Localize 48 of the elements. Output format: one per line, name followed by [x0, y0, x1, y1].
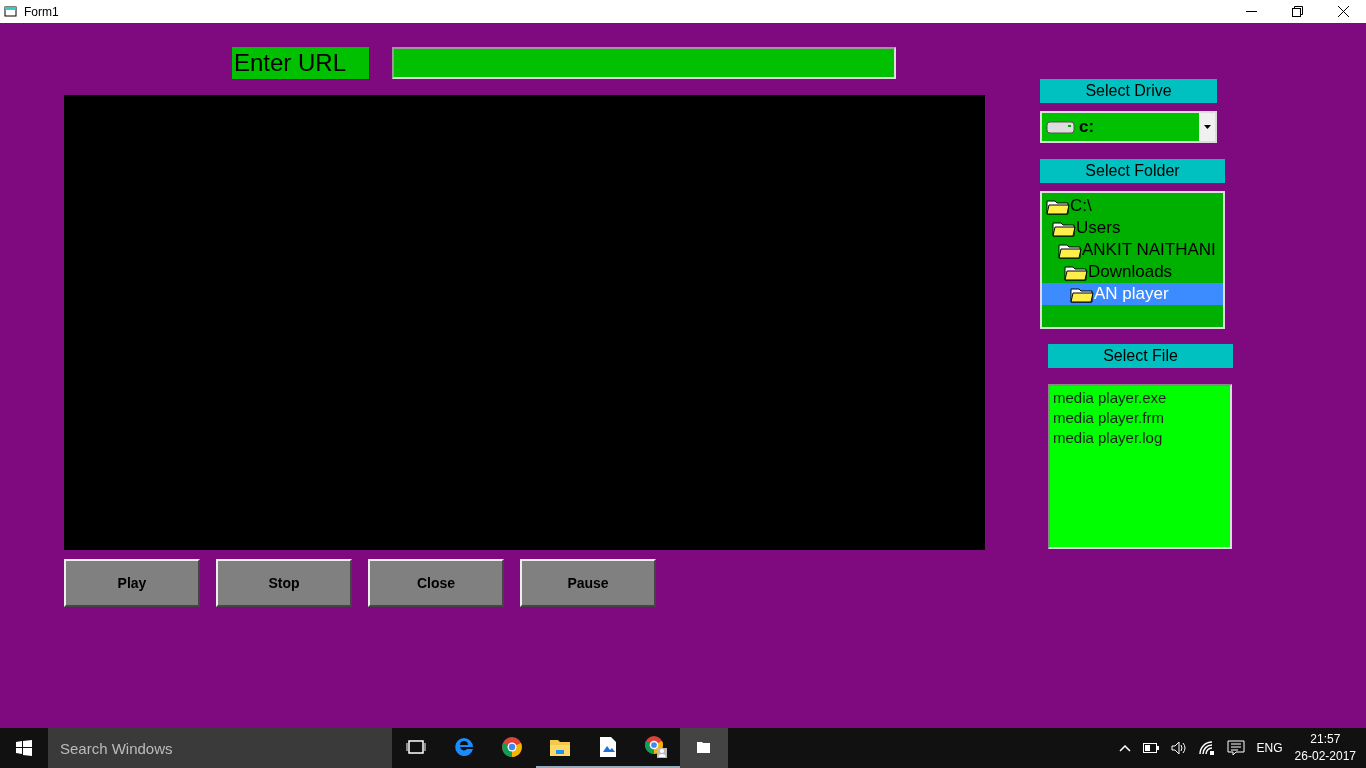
form-icon — [4, 5, 18, 18]
url-label: Enter URL — [232, 47, 369, 79]
minimize-icon — [1245, 10, 1257, 13]
restore-icon — [1291, 6, 1303, 17]
notification-icon[interactable] — [1226, 740, 1245, 756]
file-item[interactable]: media player.frm — [1053, 408, 1227, 428]
drive-dropdown[interactable]: c: — [1040, 111, 1217, 143]
folder-item[interactable]: Users — [1076, 218, 1121, 238]
folder-icon — [1070, 285, 1094, 303]
folder-icon — [549, 737, 571, 757]
control-button[interactable]: Close — [368, 559, 504, 607]
folder-label: Select Folder — [1040, 159, 1225, 183]
clock-date[interactable]: 26-02-2017 — [1294, 748, 1356, 765]
file-item[interactable]: media player.exe — [1053, 388, 1227, 408]
folder-icon — [1046, 197, 1070, 215]
folder-item[interactable]: Downloads — [1088, 262, 1173, 282]
chevron-up-icon[interactable] — [1118, 744, 1131, 752]
control-button[interactable]: Stop — [216, 559, 352, 607]
close-icon — [1337, 6, 1349, 17]
folder-item[interactable]: C:\ — [1070, 196, 1092, 216]
drive-value: c: — [1079, 117, 1096, 137]
file-item[interactable]: media player.log — [1053, 428, 1227, 448]
app-window-icon — [696, 740, 712, 754]
folder-icon — [1064, 263, 1088, 281]
control-button[interactable]: Play — [64, 559, 200, 607]
url-field[interactable] — [392, 47, 896, 79]
chrome-icon — [501, 736, 523, 758]
search-field[interactable]: Search Windows — [48, 728, 392, 768]
wifi-icon[interactable] — [1198, 741, 1215, 755]
caret-icon — [1203, 125, 1211, 129]
folder-icon — [1052, 219, 1076, 237]
folder-item[interactable]: ANKIT NAITHANI — [1082, 240, 1216, 260]
window-title: Form1 — [24, 4, 59, 19]
chrome-user-icon — [644, 735, 668, 759]
file-label: Select File — [1048, 344, 1233, 368]
windows-icon — [16, 740, 32, 756]
language-indicator[interactable]: ENG — [1256, 741, 1283, 755]
battery-icon[interactable] — [1142, 743, 1159, 753]
clock-time[interactable]: 21:57 — [1310, 731, 1341, 748]
task-view-icon — [406, 739, 426, 755]
drive-label: Select Drive — [1040, 79, 1217, 103]
taskbar-button[interactable] — [680, 728, 728, 768]
speaker-icon[interactable] — [1170, 741, 1187, 755]
drive-icon — [1046, 119, 1076, 135]
edge-icon — [453, 736, 475, 758]
folder-icon — [1058, 241, 1082, 259]
image-file-icon — [599, 736, 617, 758]
control-button[interactable]: Pause — [520, 559, 656, 607]
